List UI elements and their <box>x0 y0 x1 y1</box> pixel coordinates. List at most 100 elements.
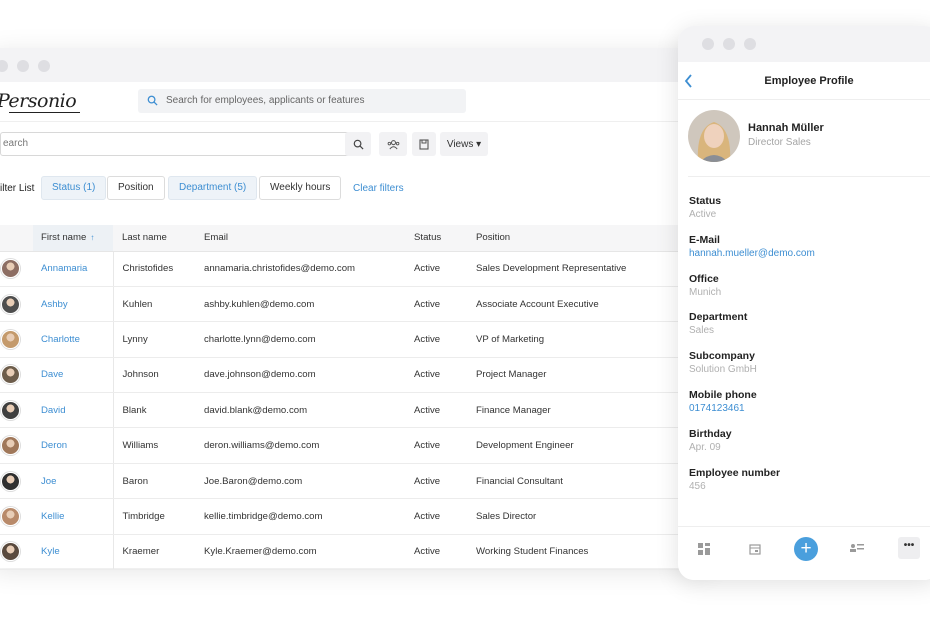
more-menu-button[interactable]: ••• <box>898 537 920 559</box>
cell-last-name: Johnson <box>113 357 204 394</box>
avatar <box>688 110 740 162</box>
row-avatar-cell <box>0 321 33 358</box>
table-row[interactable]: David Blank david.blank@demo.com Active Fina… <box>0 392 720 429</box>
filter-chip-department[interactable]: Department (5) <box>168 176 258 200</box>
filter-bar: ilter List Status (1) Position Departmen… <box>0 176 720 202</box>
avatar <box>1 329 20 349</box>
filter-chip-weekly-hours[interactable]: Weekly hours <box>259 176 342 200</box>
profile-field-value[interactable]: hannah.mueller@demo.com <box>689 247 929 261</box>
clear-filters-link[interactable]: Clear filters <box>353 183 404 194</box>
filter-chip-position[interactable]: Position <box>107 176 165 200</box>
cell-first-name[interactable]: Annamaria <box>33 251 114 287</box>
table-row[interactable]: Kyle Kraemer Kyle.Kraemer@demo.com Active Wo… <box>0 534 720 571</box>
window-controls <box>0 60 50 72</box>
avatar <box>1 294 20 314</box>
dashboard-icon[interactable] <box>698 543 710 555</box>
cell-status: Active <box>414 321 476 358</box>
cell-status: Active <box>414 463 476 500</box>
window-dot-maximize[interactable] <box>38 60 50 72</box>
save-icon <box>419 138 429 150</box>
cell-last-name: Timbridge <box>113 498 204 535</box>
column-header-avatar <box>0 225 33 252</box>
calendar-icon[interactable] <box>749 543 761 555</box>
table-row[interactable]: Charlotte Lynny charlotte.lynn@demo.com Act… <box>0 321 720 358</box>
cell-first-name[interactable]: Dave <box>33 357 114 394</box>
group-icon <box>387 139 399 149</box>
global-search-placeholder: Search for employees, applicants or feat… <box>166 95 365 106</box>
column-header-status[interactable]: Status <box>414 225 476 252</box>
cell-status: Active <box>414 534 476 571</box>
filter-chip-status[interactable]: Status (1) <box>41 176 107 200</box>
table-row[interactable]: Annamaria Christofides annamaria.christofi… <box>0 251 720 287</box>
cell-last-name: Blank <box>113 392 204 429</box>
profile-field-value: 456 <box>689 480 706 492</box>
divider <box>688 176 930 177</box>
mobile-titlebar <box>678 26 930 62</box>
profile-field-label: Mobile phone <box>689 388 757 401</box>
export-button[interactable] <box>412 132 436 156</box>
table-row[interactable]: Ashby Kuhlen ashby.kuhlen@demo.com Active As… <box>0 286 720 323</box>
table-search-button[interactable] <box>345 132 371 156</box>
mobile-profile-card: Employee Profile Hannah Müller Director … <box>678 26 930 580</box>
profile-field-value[interactable]: 0174123461 <box>689 402 929 416</box>
mobile-header-title: Employee Profile <box>764 75 854 87</box>
cell-email: kellie.timbridge@demo.com <box>204 498 414 535</box>
cell-first-name[interactable]: David <box>33 392 114 429</box>
avatar <box>1 400 20 420</box>
profile-field: Status Active <box>689 194 929 233</box>
cell-first-name[interactable]: Ashby <box>33 286 114 323</box>
search-icon <box>353 139 364 150</box>
brand-logo[interactable]: Personio <box>0 90 81 113</box>
global-search-input[interactable]: Search for employees, applicants or feat… <box>138 89 466 113</box>
row-avatar-cell <box>0 392 33 429</box>
cell-last-name: Kraemer <box>113 534 204 571</box>
chevron-left-icon[interactable] <box>684 74 693 88</box>
mobile-dot-maximize[interactable] <box>744 38 756 50</box>
table-search-input[interactable]: earch <box>0 132 358 156</box>
cell-first-name[interactable]: Kyle <box>33 534 114 571</box>
cell-first-name[interactable]: Charlotte <box>33 321 114 358</box>
team-filter-button[interactable] <box>379 132 407 156</box>
column-header-email[interactable]: Email <box>204 225 414 252</box>
mobile-dot-close[interactable] <box>702 38 714 50</box>
row-avatar-cell <box>0 498 33 535</box>
cell-email: annamaria.christofides@demo.com <box>204 251 414 287</box>
sort-ascending-icon: ↑ <box>90 233 95 243</box>
table-row[interactable]: Kellie Timbridge kellie.timbridge@demo.com… <box>0 498 720 535</box>
profile-field-label: E-Mail <box>689 233 720 246</box>
filter-list-label: ilter List <box>0 183 35 194</box>
profile-field-value: Sales <box>689 325 715 337</box>
profile-field-label: Employee number <box>689 466 781 479</box>
profile-field: Department Sales <box>689 310 929 349</box>
cell-last-name: Williams <box>113 427 204 464</box>
mobile-dot-minimize[interactable] <box>723 38 735 50</box>
table-search-placeholder: earch <box>3 138 29 149</box>
add-button[interactable]: + <box>794 537 818 561</box>
column-header-first-name[interactable]: First name ↑ <box>33 225 113 252</box>
window-dot-minimize[interactable] <box>17 60 29 72</box>
mobile-header: Employee Profile <box>678 62 930 100</box>
profile-field: Employee number 456 <box>689 466 929 505</box>
row-avatar-cell <box>0 534 33 571</box>
views-dropdown[interactable]: Views ▾ <box>440 132 488 156</box>
profile-field: Birthday Apr. 09 <box>689 427 929 466</box>
cell-status: Active <box>414 357 476 394</box>
cell-first-name[interactable]: Kellie <box>33 498 114 535</box>
profile-field: Office Munich <box>689 272 929 311</box>
profile-field-value: Munich <box>689 286 722 298</box>
profile-field-label: Birthday <box>689 427 732 440</box>
profile-field-value: Apr. 09 <box>689 441 721 453</box>
table-row[interactable]: Joe Baron Joe.Baron@demo.com Active Financia… <box>0 463 720 500</box>
people-list-icon[interactable] <box>850 543 864 553</box>
profile-field-value: Active <box>689 209 717 220</box>
window-dot-close[interactable] <box>0 60 8 72</box>
table-toolbar: earch Views ▾ <box>0 132 720 158</box>
cell-first-name[interactable]: Deron <box>33 427 114 464</box>
profile-fields: Status Active E-Mail hannah.mueller@demo.co… <box>689 194 929 504</box>
table-row[interactable]: Dave Johnson dave.johnson@demo.com Active Pr… <box>0 357 720 394</box>
table-row[interactable]: Deron Williams deron.williams@demo.com Acti… <box>0 427 720 464</box>
cell-status: Active <box>414 427 476 464</box>
column-header-last-name[interactable]: Last name <box>113 225 204 252</box>
row-avatar-cell <box>0 251 33 287</box>
cell-first-name[interactable]: Joe <box>33 463 114 500</box>
